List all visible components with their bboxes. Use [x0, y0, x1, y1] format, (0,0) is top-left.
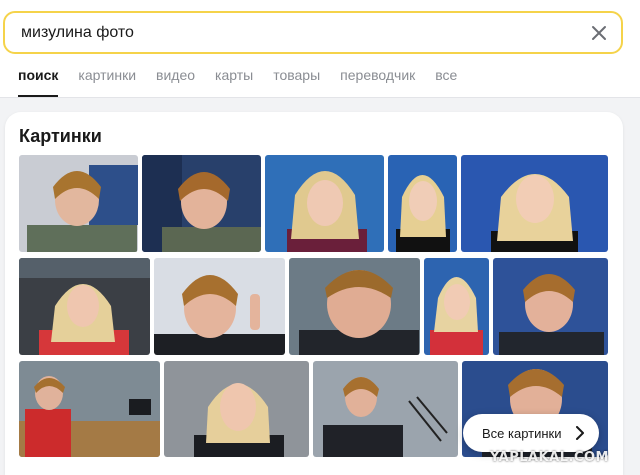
- images-card-title: Картинки: [19, 126, 102, 146]
- image-thumbnail[interactable]: [154, 258, 285, 355]
- search-tabs: поиск картинки видео карты товары перево…: [18, 67, 477, 97]
- tab-images[interactable]: картинки: [78, 67, 136, 97]
- images-card: Картинки Все картинки YAPLAKAL.COM: [5, 112, 623, 475]
- image-thumbnail[interactable]: [424, 258, 489, 355]
- image-thumbnail[interactable]: [388, 155, 457, 252]
- all-images-button[interactable]: Все картинки: [463, 414, 599, 452]
- tab-maps[interactable]: карты: [215, 67, 253, 97]
- tab-products[interactable]: товары: [273, 67, 320, 97]
- search-input[interactable]: мизулина фото: [3, 11, 623, 54]
- image-thumbnail[interactable]: [313, 361, 458, 457]
- image-thumbnail[interactable]: [289, 258, 420, 355]
- close-icon[interactable]: [589, 23, 609, 43]
- tab-search[interactable]: поиск: [18, 67, 59, 97]
- watermark: YAPLAKAL.COM: [490, 450, 609, 465]
- image-thumbnail[interactable]: [19, 361, 160, 457]
- chevron-right-icon: [576, 426, 584, 440]
- image-thumbnail[interactable]: [19, 258, 150, 355]
- image-thumbnail[interactable]: [164, 361, 309, 457]
- divider: [0, 97, 640, 98]
- tab-video[interactable]: видео: [156, 67, 195, 97]
- image-thumbnail[interactable]: [19, 155, 138, 252]
- image-thumbnail[interactable]: [265, 155, 384, 252]
- header: мизулина фото поиск картинки видео карты…: [0, 0, 640, 98]
- all-images-label: Все картинки: [482, 425, 562, 441]
- image-thumbnail[interactable]: [493, 258, 608, 355]
- tab-translator[interactable]: переводчик: [340, 67, 415, 97]
- tab-all[interactable]: все: [435, 67, 457, 97]
- search-query[interactable]: мизулина фото: [21, 24, 134, 42]
- image-thumbnail[interactable]: [461, 155, 608, 252]
- image-thumbnail[interactable]: [142, 155, 261, 252]
